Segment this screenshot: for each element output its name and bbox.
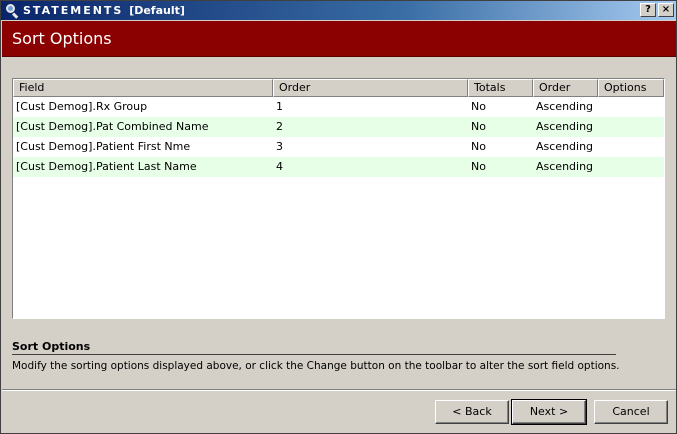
cell-order: 3 — [276, 140, 283, 153]
window-title-main: STATEMENTS — [23, 4, 124, 17]
footer-divider — [2, 389, 676, 391]
cell-order: 4 — [276, 160, 283, 173]
cell-totals: No — [471, 140, 486, 153]
cell-sort-order: Ascending — [536, 120, 594, 133]
table-row[interactable]: [Cust Demog].Patient Last Name 4 No Asce… — [13, 157, 664, 177]
table-row[interactable]: [Cust Demog].Rx Group 1 No Ascending — [13, 97, 664, 117]
page-title: Sort Options — [12, 29, 112, 48]
cell-options — [598, 117, 664, 137]
cell-field: [Cust Demog].Patient First Nme — [16, 140, 191, 153]
cell-totals: No — [471, 160, 486, 173]
column-header-options[interactable]: Options — [598, 79, 664, 97]
window-title-sub: [Default] — [129, 4, 185, 17]
description-text: Modify the sorting options displayed abo… — [12, 360, 620, 372]
cell-sort-order: Ascending — [536, 140, 594, 153]
cell-order: 2 — [276, 120, 283, 133]
cell-order: 1 — [276, 100, 283, 113]
cell-sort-order: Ascending — [536, 100, 594, 113]
magnifier-icon — [4, 3, 20, 19]
cell-options — [598, 97, 664, 117]
statements-window: STATEMENTS [Default] ? × Sort Options Fi… — [0, 0, 677, 434]
cell-field: [Cust Demog].Pat Combined Name — [16, 120, 209, 133]
header-band: Sort Options — [2, 21, 676, 57]
cell-sort-order: Ascending — [536, 160, 594, 173]
sort-fields-grid[interactable]: Field Order Totals Order Options [Cust D… — [12, 78, 665, 319]
window-title: STATEMENTS [Default] — [23, 4, 185, 17]
title-buttons: ? × — [640, 3, 674, 17]
column-header-totals[interactable]: Totals — [468, 79, 533, 97]
cell-field: [Cust Demog].Rx Group — [16, 100, 148, 113]
cell-options — [598, 157, 664, 177]
cancel-button[interactable]: Cancel — [594, 400, 668, 424]
column-header-field[interactable]: Field — [13, 79, 273, 97]
description-title: Sort Options — [12, 340, 91, 353]
title-bar[interactable]: STATEMENTS [Default] ? × — [1, 1, 676, 20]
grid-header: Field Order Totals Order Options — [13, 79, 664, 97]
column-header-sort-order[interactable]: Order — [533, 79, 598, 97]
cell-options — [598, 137, 664, 157]
help-button[interactable]: ? — [640, 3, 656, 17]
cell-field: [Cust Demog].Patient Last Name — [16, 160, 197, 173]
table-row[interactable]: [Cust Demog].Pat Combined Name 2 No Asce… — [13, 117, 664, 137]
cell-totals: No — [471, 100, 486, 113]
column-header-order[interactable]: Order — [273, 79, 468, 97]
next-button[interactable]: Next > — [511, 399, 587, 425]
table-row[interactable]: [Cust Demog].Patient First Nme 3 No Asce… — [13, 137, 664, 157]
back-button[interactable]: < Back — [435, 400, 509, 424]
cell-totals: No — [471, 120, 486, 133]
description-divider — [12, 354, 616, 355]
close-button[interactable]: × — [658, 3, 674, 17]
